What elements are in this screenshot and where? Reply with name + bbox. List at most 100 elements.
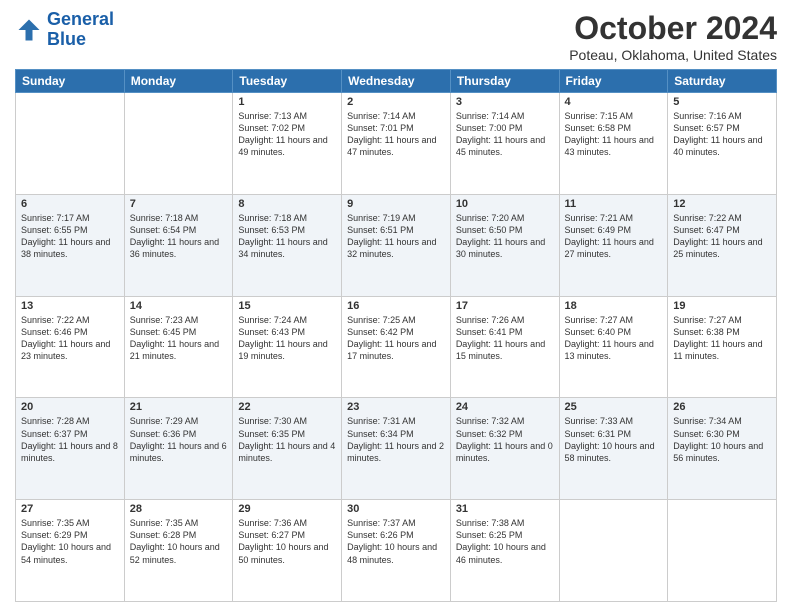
- header-wednesday: Wednesday: [342, 70, 451, 93]
- day-cell: 9 Sunrise: 7:19 AMSunset: 6:51 PMDayligh…: [342, 194, 451, 296]
- day-number: 8: [238, 198, 336, 210]
- day-number: 4: [565, 96, 663, 108]
- day-cell: 28 Sunrise: 7:35 AMSunset: 6:28 PMDaylig…: [124, 500, 233, 602]
- day-cell: 31 Sunrise: 7:38 AMSunset: 6:25 PMDaylig…: [450, 500, 559, 602]
- day-number: 27: [21, 503, 119, 515]
- logo-icon: [15, 16, 43, 44]
- day-number: 29: [238, 503, 336, 515]
- day-number: 30: [347, 503, 445, 515]
- day-number: 19: [673, 300, 771, 312]
- day-number: 25: [565, 401, 663, 413]
- day-number: 17: [456, 300, 554, 312]
- weekday-header-row: Sunday Monday Tuesday Wednesday Thursday…: [16, 70, 777, 93]
- day-cell: 20 Sunrise: 7:28 AMSunset: 6:37 PMDaylig…: [16, 398, 125, 500]
- calendar-table: Sunday Monday Tuesday Wednesday Thursday…: [15, 69, 777, 602]
- day-number: 10: [456, 198, 554, 210]
- day-number: 18: [565, 300, 663, 312]
- logo-line2: Blue: [47, 29, 86, 49]
- day-cell: 16 Sunrise: 7:25 AMSunset: 6:42 PMDaylig…: [342, 296, 451, 398]
- day-cell: 2 Sunrise: 7:14 AMSunset: 7:01 PMDayligh…: [342, 93, 451, 195]
- day-cell: [668, 500, 777, 602]
- day-number: 24: [456, 401, 554, 413]
- logo: General Blue: [15, 10, 114, 50]
- day-cell: 7 Sunrise: 7:18 AMSunset: 6:54 PMDayligh…: [124, 194, 233, 296]
- day-number: 23: [347, 401, 445, 413]
- day-info: Sunrise: 7:33 AMSunset: 6:31 PMDaylight:…: [565, 415, 663, 464]
- day-number: 31: [456, 503, 554, 515]
- day-info: Sunrise: 7:35 AMSunset: 6:29 PMDaylight:…: [21, 517, 119, 566]
- day-cell: 10 Sunrise: 7:20 AMSunset: 6:50 PMDaylig…: [450, 194, 559, 296]
- day-cell: [16, 93, 125, 195]
- day-number: 5: [673, 96, 771, 108]
- day-info: Sunrise: 7:23 AMSunset: 6:45 PMDaylight:…: [130, 314, 228, 363]
- location: Poteau, Oklahoma, United States: [569, 47, 777, 63]
- day-info: Sunrise: 7:30 AMSunset: 6:35 PMDaylight:…: [238, 415, 336, 464]
- day-info: Sunrise: 7:22 AMSunset: 6:46 PMDaylight:…: [21, 314, 119, 363]
- day-number: 11: [565, 198, 663, 210]
- day-info: Sunrise: 7:26 AMSunset: 6:41 PMDaylight:…: [456, 314, 554, 363]
- day-info: Sunrise: 7:16 AMSunset: 6:57 PMDaylight:…: [673, 110, 771, 159]
- day-info: Sunrise: 7:24 AMSunset: 6:43 PMDaylight:…: [238, 314, 336, 363]
- day-info: Sunrise: 7:34 AMSunset: 6:30 PMDaylight:…: [673, 415, 771, 464]
- day-number: 14: [130, 300, 228, 312]
- day-cell: 18 Sunrise: 7:27 AMSunset: 6:40 PMDaylig…: [559, 296, 668, 398]
- day-info: Sunrise: 7:22 AMSunset: 6:47 PMDaylight:…: [673, 212, 771, 261]
- day-cell: 1 Sunrise: 7:13 AMSunset: 7:02 PMDayligh…: [233, 93, 342, 195]
- logo-line1: General: [47, 9, 114, 29]
- header-tuesday: Tuesday: [233, 70, 342, 93]
- day-info: Sunrise: 7:27 AMSunset: 6:38 PMDaylight:…: [673, 314, 771, 363]
- header-monday: Monday: [124, 70, 233, 93]
- day-number: 1: [238, 96, 336, 108]
- day-info: Sunrise: 7:18 AMSunset: 6:53 PMDaylight:…: [238, 212, 336, 261]
- header-friday: Friday: [559, 70, 668, 93]
- day-cell: 11 Sunrise: 7:21 AMSunset: 6:49 PMDaylig…: [559, 194, 668, 296]
- day-cell: 3 Sunrise: 7:14 AMSunset: 7:00 PMDayligh…: [450, 93, 559, 195]
- header-saturday: Saturday: [668, 70, 777, 93]
- day-info: Sunrise: 7:14 AMSunset: 7:00 PMDaylight:…: [456, 110, 554, 159]
- day-number: 21: [130, 401, 228, 413]
- day-cell: 19 Sunrise: 7:27 AMSunset: 6:38 PMDaylig…: [668, 296, 777, 398]
- day-cell: 27 Sunrise: 7:35 AMSunset: 6:29 PMDaylig…: [16, 500, 125, 602]
- day-number: 26: [673, 401, 771, 413]
- day-number: 22: [238, 401, 336, 413]
- day-info: Sunrise: 7:15 AMSunset: 6:58 PMDaylight:…: [565, 110, 663, 159]
- page: General Blue October 2024 Poteau, Oklaho…: [0, 0, 792, 612]
- day-cell: 13 Sunrise: 7:22 AMSunset: 6:46 PMDaylig…: [16, 296, 125, 398]
- day-number: 16: [347, 300, 445, 312]
- week-row-1: 1 Sunrise: 7:13 AMSunset: 7:02 PMDayligh…: [16, 93, 777, 195]
- day-info: Sunrise: 7:25 AMSunset: 6:42 PMDaylight:…: [347, 314, 445, 363]
- day-cell: 30 Sunrise: 7:37 AMSunset: 6:26 PMDaylig…: [342, 500, 451, 602]
- day-cell: 8 Sunrise: 7:18 AMSunset: 6:53 PMDayligh…: [233, 194, 342, 296]
- day-number: 13: [21, 300, 119, 312]
- day-info: Sunrise: 7:32 AMSunset: 6:32 PMDaylight:…: [456, 415, 554, 464]
- week-row-4: 20 Sunrise: 7:28 AMSunset: 6:37 PMDaylig…: [16, 398, 777, 500]
- day-cell: 12 Sunrise: 7:22 AMSunset: 6:47 PMDaylig…: [668, 194, 777, 296]
- day-cell: 17 Sunrise: 7:26 AMSunset: 6:41 PMDaylig…: [450, 296, 559, 398]
- day-number: 20: [21, 401, 119, 413]
- day-info: Sunrise: 7:18 AMSunset: 6:54 PMDaylight:…: [130, 212, 228, 261]
- day-info: Sunrise: 7:31 AMSunset: 6:34 PMDaylight:…: [347, 415, 445, 464]
- day-cell: 29 Sunrise: 7:36 AMSunset: 6:27 PMDaylig…: [233, 500, 342, 602]
- day-number: 3: [456, 96, 554, 108]
- day-cell: 5 Sunrise: 7:16 AMSunset: 6:57 PMDayligh…: [668, 93, 777, 195]
- week-row-5: 27 Sunrise: 7:35 AMSunset: 6:29 PMDaylig…: [16, 500, 777, 602]
- day-info: Sunrise: 7:38 AMSunset: 6:25 PMDaylight:…: [456, 517, 554, 566]
- day-cell: 4 Sunrise: 7:15 AMSunset: 6:58 PMDayligh…: [559, 93, 668, 195]
- week-row-2: 6 Sunrise: 7:17 AMSunset: 6:55 PMDayligh…: [16, 194, 777, 296]
- day-info: Sunrise: 7:36 AMSunset: 6:27 PMDaylight:…: [238, 517, 336, 566]
- day-number: 6: [21, 198, 119, 210]
- day-number: 2: [347, 96, 445, 108]
- day-cell: 24 Sunrise: 7:32 AMSunset: 6:32 PMDaylig…: [450, 398, 559, 500]
- day-cell: [124, 93, 233, 195]
- day-number: 15: [238, 300, 336, 312]
- day-cell: 23 Sunrise: 7:31 AMSunset: 6:34 PMDaylig…: [342, 398, 451, 500]
- day-cell: 25 Sunrise: 7:33 AMSunset: 6:31 PMDaylig…: [559, 398, 668, 500]
- day-info: Sunrise: 7:14 AMSunset: 7:01 PMDaylight:…: [347, 110, 445, 159]
- day-cell: 14 Sunrise: 7:23 AMSunset: 6:45 PMDaylig…: [124, 296, 233, 398]
- day-info: Sunrise: 7:19 AMSunset: 6:51 PMDaylight:…: [347, 212, 445, 261]
- day-number: 9: [347, 198, 445, 210]
- day-cell: [559, 500, 668, 602]
- day-info: Sunrise: 7:37 AMSunset: 6:26 PMDaylight:…: [347, 517, 445, 566]
- day-info: Sunrise: 7:35 AMSunset: 6:28 PMDaylight:…: [130, 517, 228, 566]
- day-info: Sunrise: 7:29 AMSunset: 6:36 PMDaylight:…: [130, 415, 228, 464]
